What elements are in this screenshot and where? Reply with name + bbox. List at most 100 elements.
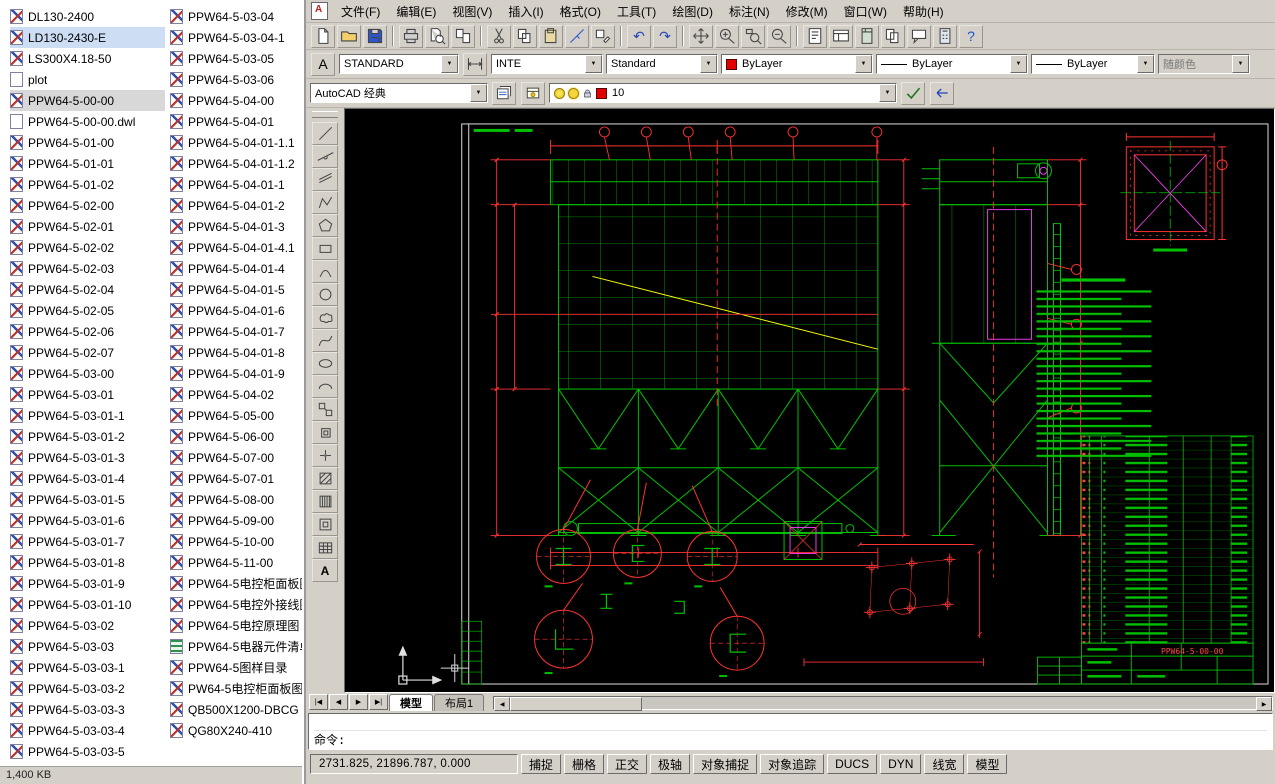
construction-line-icon[interactable] [312, 145, 338, 168]
file-item[interactable]: PPW64-5-04-00 [170, 90, 302, 111]
file-item[interactable]: LS300X4.18-50 [10, 48, 165, 69]
file-item[interactable]: PPW64-5-03-01-5 [10, 489, 165, 510]
hatch-icon[interactable] [312, 467, 338, 490]
file-item[interactable]: DL130-2400 [10, 6, 165, 27]
menu-t[interactable]: 工具(T) [609, 1, 664, 22]
plot-preview-icon[interactable] [425, 25, 449, 48]
file-item[interactable]: PPW64-5-00-00 [10, 90, 165, 111]
file-item[interactable]: PPW64-5-04-01-1.1 [170, 132, 302, 153]
file-item[interactable]: PPW64-5-03-00 [10, 363, 165, 384]
menu-f[interactable]: 文件(F) [333, 1, 388, 22]
file-item[interactable]: PPW64-5-03-03-4 [10, 720, 165, 741]
horizontal-scrollbar[interactable]: ◀ ▶ [493, 696, 1273, 710]
file-item[interactable]: QB500X1200-DBCG [170, 699, 302, 720]
ellipse-icon[interactable] [312, 352, 338, 375]
file-item[interactable]: PPW64-5-09-00 [170, 510, 302, 531]
layer-unlock-icon[interactable] [582, 88, 593, 99]
menu-i[interactable]: 插入(I) [500, 1, 551, 22]
scrollbar-track[interactable] [642, 697, 1256, 709]
line-icon[interactable] [312, 122, 338, 145]
scroll-left-icon[interactable]: ◀ [494, 697, 510, 711]
color-select[interactable]: ByLayer [721, 54, 873, 74]
file-item[interactable]: PPW64-5-04-01-1 [170, 174, 302, 195]
multiline-text-icon[interactable]: A [312, 559, 338, 582]
arc-icon[interactable] [312, 260, 338, 283]
file-item[interactable]: PPW64-5-03-01-4 [10, 468, 165, 489]
file-item[interactable]: PPW64-5-07-00 [170, 447, 302, 468]
file-item[interactable]: PPW64-5电控柜面板图 [170, 573, 302, 594]
drawing-canvas[interactable]: PPW64-5-00-00 [345, 109, 1274, 692]
layer-color-swatch[interactable] [596, 88, 607, 99]
zoom-window-icon[interactable] [741, 25, 765, 48]
publish-icon[interactable] [451, 25, 475, 48]
menu-n[interactable]: 标注(N) [721, 1, 778, 22]
menu-h[interactable]: 帮助(H) [895, 1, 952, 22]
copy-icon[interactable] [513, 25, 537, 48]
file-item[interactable]: PPW64-5-01-02 [10, 174, 165, 195]
polygon-icon[interactable] [312, 214, 338, 237]
file-item[interactable]: PPW64-5-11-00 [170, 552, 302, 573]
file-item[interactable]: PPW64-5电器元件清单 [170, 636, 302, 657]
file-item[interactable]: PPW64-5-03-01-2 [10, 426, 165, 447]
table-style-select[interactable]: Standard [606, 54, 718, 74]
make-block-icon[interactable] [312, 421, 338, 444]
file-item[interactable]: PPW64-5图样目录 [170, 657, 302, 678]
dim-style-icon[interactable] [463, 53, 487, 76]
file-item[interactable]: PPW64-5-05-00 [170, 405, 302, 426]
file-item[interactable]: PPW64-5-02-03 [10, 258, 165, 279]
file-item[interactable]: PPW64-5-03-03-3 [10, 699, 165, 720]
file-item[interactable]: PPW64-5-04-01-2 [170, 195, 302, 216]
tab-layout1[interactable]: 布局1 [434, 694, 484, 711]
file-item[interactable]: PPW64-5-02-01 [10, 216, 165, 237]
workspace-select[interactable]: AutoCAD 经典 [310, 83, 488, 103]
file-item[interactable]: PPW64-5-02-00 [10, 195, 165, 216]
toggle-polar[interactable]: 极轴 [650, 754, 690, 774]
file-item[interactable]: PPW64-5-04-01-4.1 [170, 237, 302, 258]
sheet-set-manager-icon[interactable] [881, 25, 905, 48]
file-item[interactable]: PPW64-5-02-06 [10, 321, 165, 342]
menu-d[interactable]: 绘图(D) [664, 1, 721, 22]
circle-icon[interactable] [312, 283, 338, 306]
file-item[interactable]: PPW64-5-04-01-1.2 [170, 153, 302, 174]
file-item[interactable]: PPW64-5-03-02 [10, 615, 165, 636]
markup-set-manager-icon[interactable] [907, 25, 931, 48]
file-item[interactable]: PPW64-5-07-01 [170, 468, 302, 489]
save-icon[interactable] [363, 25, 387, 48]
menu-e[interactable]: 编辑(E) [388, 1, 444, 22]
file-item[interactable]: PPW64-5-01-01 [10, 153, 165, 174]
file-item[interactable]: PPW64-5-04-01-7 [170, 321, 302, 342]
undo-icon[interactable]: ↶ [627, 25, 651, 48]
designcenter-icon[interactable] [829, 25, 853, 48]
layer-thaw-icon[interactable] [568, 88, 579, 99]
file-item[interactable]: PPW64-5电控外接线图 [170, 594, 302, 615]
text-style-icon[interactable]: A [311, 53, 335, 76]
layer-select[interactable]: 10 [549, 83, 897, 103]
scroll-right-icon[interactable]: ▶ [1256, 697, 1272, 711]
file-item[interactable]: PPW64-5-03-05 [170, 48, 302, 69]
file-item[interactable]: PPW64-5-03-01-3 [10, 447, 165, 468]
toggle-otrack[interactable]: 对象追踪 [760, 754, 824, 774]
file-item[interactable]: PPW64-5-03-03-1 [10, 657, 165, 678]
file-item[interactable]: PPW64-5-03-01-6 [10, 510, 165, 531]
spline-icon[interactable] [312, 329, 338, 352]
make-object-layer-current-icon[interactable] [901, 82, 925, 105]
scrollbar-thumb[interactable] [510, 697, 642, 711]
file-item[interactable]: PPW64-5-03-04 [170, 6, 302, 27]
properties-icon[interactable] [803, 25, 827, 48]
file-item[interactable]: PPW64-5-10-00 [170, 531, 302, 552]
toggle-ortho[interactable]: 正交 [607, 754, 647, 774]
file-item[interactable]: PPW64-5-03-01 [10, 384, 165, 405]
zoom-previous-icon[interactable] [767, 25, 791, 48]
tool-palettes-icon[interactable] [855, 25, 879, 48]
file-item[interactable]: PPW64-5-03-01-9 [10, 573, 165, 594]
file-item[interactable]: PPW64-5-02-07 [10, 342, 165, 363]
command-line[interactable]: 命令: [308, 713, 1273, 750]
file-item[interactable]: plot [10, 69, 165, 90]
file-item[interactable]: PPW64-5-03-01-8 [10, 552, 165, 573]
file-item[interactable]: PPW64-5-04-01-4 [170, 258, 302, 279]
file-item[interactable]: PPW64-5-03-03 [10, 636, 165, 657]
menu-m[interactable]: 修改(M) [778, 1, 836, 22]
toggle-ducs[interactable]: DUCS [827, 754, 877, 774]
layer-properties-manager-icon[interactable] [492, 82, 516, 105]
file-item[interactable]: LD130-2430-E [10, 27, 165, 48]
